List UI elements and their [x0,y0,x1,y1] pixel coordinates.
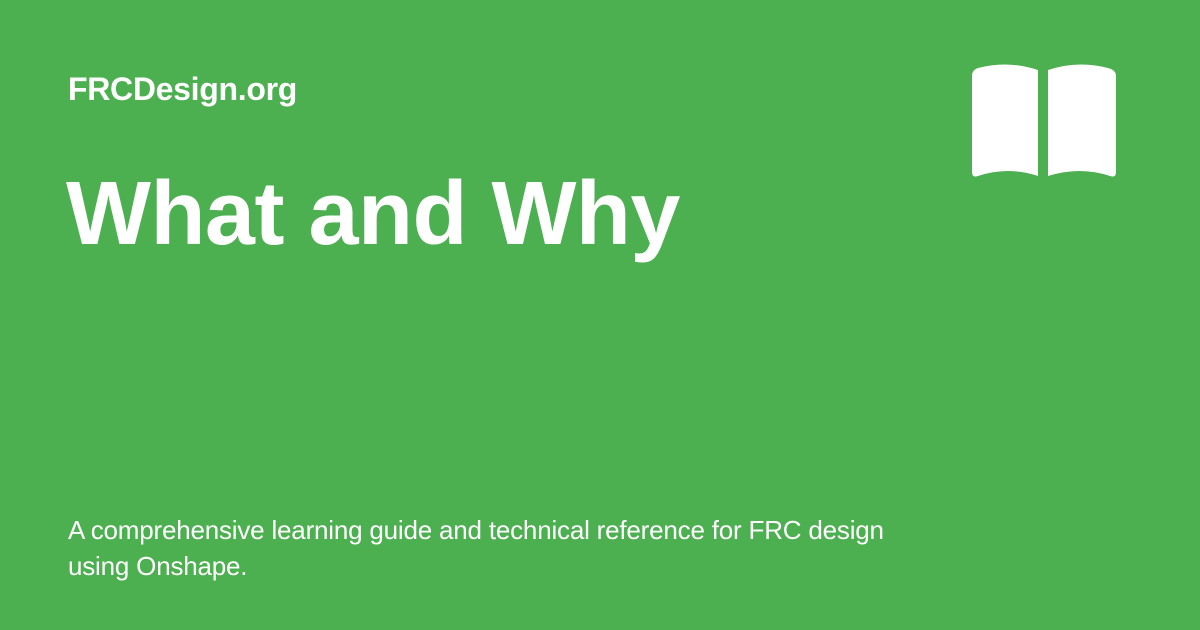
social-card: FRCDesign.org What and Why A comprehensi… [0,0,1200,630]
book-right-page [1048,64,1116,177]
open-book-icon [972,64,1116,177]
page-title: What and Why [66,164,680,264]
book-left-page [972,64,1038,177]
site-name: FRCDesign.org [68,71,297,107]
page-description: A comprehensive learning guide and techn… [68,515,884,581]
